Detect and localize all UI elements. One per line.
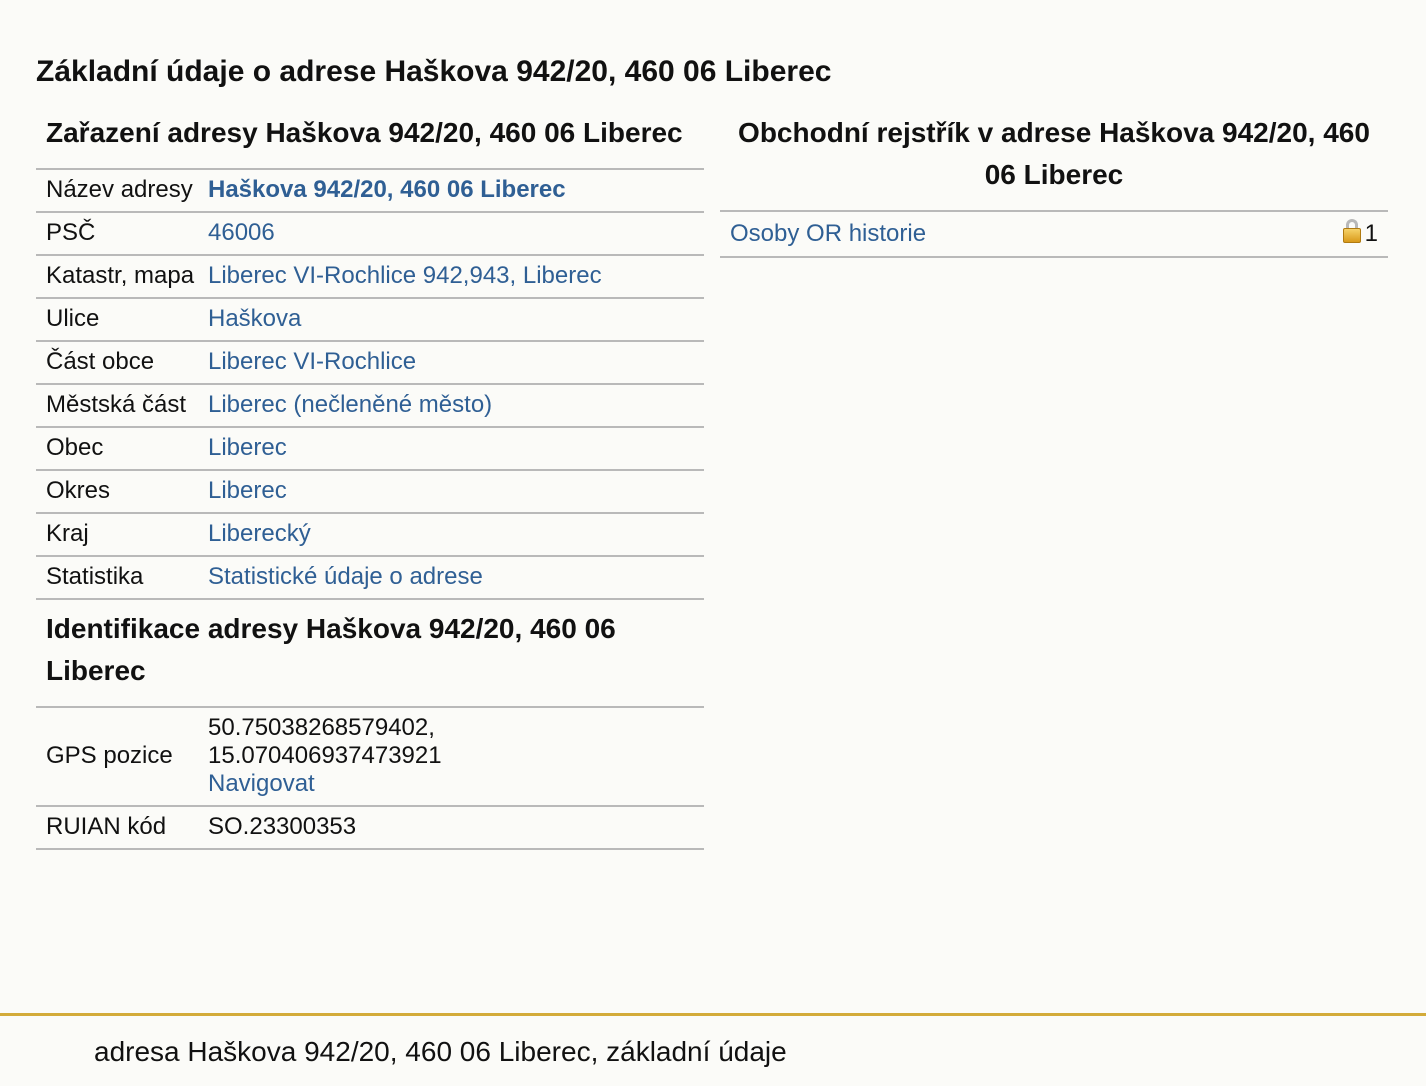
table-row: Obec Liberec <box>36 427 704 471</box>
classification-table: Název adresy Haškova 942/20, 460 06 Libe… <box>36 168 704 600</box>
municipality-part-label: Část obce <box>36 341 208 385</box>
business-register-title: Obchodní rejstřík v adrese Haškova 942/2… <box>738 117 1370 190</box>
municipality-link[interactable]: Liberec <box>208 434 287 461</box>
region-link[interactable]: Liberecký <box>208 520 311 547</box>
address-details-column: Zařazení adresy Haškova 942/20, 460 06 L… <box>36 112 704 850</box>
table-row: PSČ 46006 <box>36 212 704 256</box>
region-label: Kraj <box>36 513 208 557</box>
statistics-link[interactable]: Statistické údaje o adrese <box>208 563 483 590</box>
district-label: Okres <box>36 470 208 514</box>
page-title: Základní údaje o adrese Haškova 942/20, … <box>36 55 832 88</box>
cadastre-link[interactable]: Liberec VI-Rochlice 942,943, Liberec <box>208 262 602 289</box>
lock-icon <box>1342 219 1361 243</box>
city-district-label: Městská část <box>36 384 208 428</box>
business-register-column: Obchodní rejstřík v adrese Haškova 942/2… <box>720 112 1388 258</box>
table-row: GPS pozice 50.75038268579402, 15.0704069… <box>36 707 704 807</box>
psc-label: PSČ <box>36 212 208 256</box>
table-row: Statistika Statistické údaje o adrese <box>36 556 704 600</box>
gps-latitude: 50.75038268579402, <box>208 714 435 741</box>
footer-text: adresa Haškova 942/20, 460 06 Liberec, z… <box>94 1036 787 1067</box>
table-row: Část obce Liberec VI-Rochlice <box>36 341 704 385</box>
table-row: Městská část Liberec (nečleněné město) <box>36 384 704 428</box>
or-history-count: 1 <box>1364 220 1378 247</box>
ruian-label: RUIAN kód <box>36 806 208 850</box>
psc-link[interactable]: 46006 <box>208 219 275 246</box>
address-name-label: Název adresy <box>36 169 208 213</box>
table-row: Název adresy Haškova 942/20, 460 06 Libe… <box>36 169 704 213</box>
classification-title: Zařazení adresy Haškova 942/20, 460 06 L… <box>46 117 683 148</box>
gps-longitude: 15.070406937473921 <box>208 742 442 769</box>
table-row: Katastr, mapa Liberec VI-Rochlice 942,94… <box>36 255 704 299</box>
statistics-label: Statistika <box>36 556 208 600</box>
ruian-value: SO.23300353 <box>208 806 704 850</box>
district-link[interactable]: Liberec <box>208 477 287 504</box>
business-register-table: Osoby OR historie 1 <box>720 210 1388 258</box>
city-district-link[interactable]: Liberec (nečleněné město) <box>208 391 492 418</box>
identification-table: GPS pozice 50.75038268579402, 15.0704069… <box>36 706 704 850</box>
footer-divider <box>0 1013 1426 1016</box>
address-name-link[interactable]: Haškova 942/20, 460 06 Liberec <box>208 176 566 203</box>
municipality-part-link[interactable]: Liberec VI-Rochlice <box>208 348 416 375</box>
table-row: Ulice Haškova <box>36 298 704 342</box>
street-label: Ulice <box>36 298 208 342</box>
navigate-link[interactable]: Navigovat <box>208 770 315 797</box>
gps-label: GPS pozice <box>36 707 208 807</box>
street-link[interactable]: Haškova <box>208 305 301 332</box>
table-row: Okres Liberec <box>36 470 704 514</box>
municipality-label: Obec <box>36 427 208 471</box>
table-row: Osoby OR historie 1 <box>720 211 1388 258</box>
or-history-link[interactable]: Osoby OR historie <box>730 220 926 247</box>
cadastre-label: Katastr, mapa <box>36 255 208 299</box>
table-row: Kraj Liberecký <box>36 513 704 557</box>
identification-title: Identifikace adresy Haškova 942/20, 460 … <box>46 613 616 686</box>
table-row: RUIAN kód SO.23300353 <box>36 806 704 850</box>
